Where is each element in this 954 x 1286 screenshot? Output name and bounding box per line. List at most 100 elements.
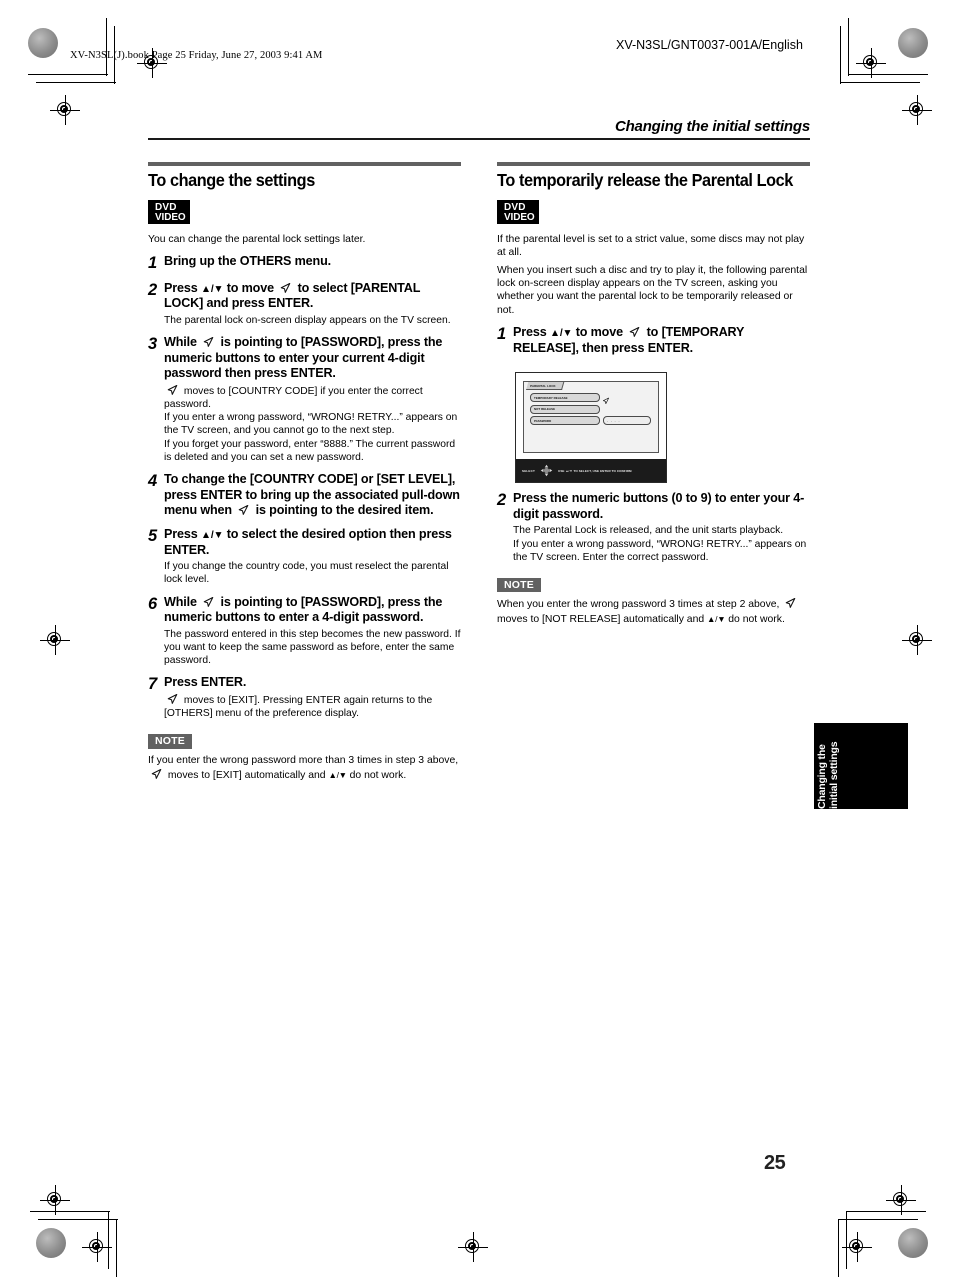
step-heading: While is pointing to [PASSWORD], press t… — [164, 335, 443, 381]
cursor-arrow-icon — [166, 384, 179, 396]
note-badge-left: NOTE — [148, 734, 192, 749]
dvd-badge-line2: VIDEO — [155, 211, 186, 224]
crop-line-bottom-left-v2 — [116, 1219, 118, 1277]
osd-option-password[interactable]: PASSWORD — [530, 415, 600, 426]
registration-mark-bottom-left — [40, 1185, 70, 1215]
side-thumb-tab-line1: Changing the — [816, 744, 828, 809]
crop-line-top-right-v2 — [840, 26, 842, 84]
side-thumb-tab-line2: initial settings — [828, 741, 841, 809]
step-item: 4 To change the [COUNTRY CODE] or [SET LE… — [148, 472, 461, 519]
print-control-dot-top-right — [898, 28, 928, 58]
note-badge-right: NOTE — [497, 577, 541, 593]
step-heading: To change the [COUNTRY CODE] or [SET LEV… — [164, 472, 460, 518]
dvd-video-badge-left: DVD VIDEO — [148, 200, 191, 224]
osd-password-field[interactable]: - - - - — [603, 415, 651, 426]
page-body: Changing the initial settings To change … — [148, 118, 810, 783]
registration-mark-top-right-2 — [902, 95, 932, 125]
book-file-stamp: XV-N3SL(J).book Page 25 Friday, June 27,… — [70, 50, 323, 61]
step-item: 1 Press ▲/▼ to move to [TEMPORARY RELEASE… — [497, 325, 810, 356]
step-body: While is pointing to [PASSWORD], press t… — [164, 335, 461, 464]
section-title-change-settings: To change the settings — [148, 170, 315, 191]
osd-screen: PARENTAL LOCK TEMPORARY RELEASE NOT RELE… — [516, 373, 666, 460]
step-item: 7 Press ENTER. moves to [EXIT]. Pressing … — [148, 675, 461, 720]
step-body: Press ▲/▼ to select the desired option t… — [164, 527, 461, 587]
crop-line-top-left-h — [28, 74, 108, 76]
cursor-arrow-icon — [202, 596, 215, 608]
step-body: Press ▲/▼ to move to [TEMPORARY RELEASE]… — [513, 325, 810, 356]
note-text-right: When you enter the wrong password 3 time… — [497, 597, 810, 627]
step-number: 1 — [497, 324, 507, 343]
cursor-arrow-icon — [628, 326, 641, 338]
step-item: 2 Press the numeric buttons (0 to 9) to e… — [497, 491, 810, 564]
osd-row-temporary-release[interactable]: TEMPORARY RELEASE — [530, 392, 652, 405]
osd-cursor-arrow-icon — [602, 392, 610, 405]
page-number: 25 — [764, 1152, 786, 1174]
step-detail: moves to [COUNTRY CODE] if you enter the… — [164, 384, 458, 463]
two-column-layout: To change the settings DVD VIDEO You can… — [148, 162, 810, 783]
osd-option-temporary-release[interactable]: TEMPORARY RELEASE — [530, 393, 600, 403]
cursor-arrow-icon — [784, 597, 797, 609]
crop-line-bottom-right-h2 — [838, 1219, 918, 1221]
step-item: 2 Press ▲/▼ to move to select [PARENTAL L… — [148, 281, 461, 328]
right-intro-line-1: If the parental level is set to a strict… — [497, 233, 805, 259]
osd-row-not-release[interactable]: NOT RELEASE — [530, 404, 652, 414]
step-item: 1 Bring up the OTHERS menu. — [148, 254, 461, 272]
step-heading: Press ▲/▼ to select the desired option t… — [164, 526, 452, 557]
section-title-temporary-release: To temporarily release the Parental Lock — [497, 170, 793, 191]
print-control-dot-top-left — [28, 28, 58, 58]
right-step-2: 2 Press the numeric buttons (0 to 9) to e… — [497, 491, 810, 564]
step-body: Bring up the OTHERS menu. — [164, 254, 461, 272]
step-heading: While is pointing to [PASSWORD], press t… — [164, 594, 443, 625]
osd-bottom-label: SELECT — [522, 468, 536, 473]
step-detail: The parental lock on-screen display appe… — [164, 314, 451, 326]
osd-row-password[interactable]: PASSWORD - - - - — [530, 415, 652, 426]
cursor-arrow-icon — [150, 768, 163, 780]
step-detail: The password entered in this step become… — [164, 628, 461, 667]
step-body: Press ENTER. moves to [EXIT]. Pressing E… — [164, 675, 461, 720]
cursor-arrow-icon — [202, 336, 215, 348]
crop-line-top-right-h2 — [840, 82, 920, 84]
step-number: 2 — [497, 491, 507, 510]
left-steps-list: 1 Bring up the OTHERS menu. 2 Press ▲/▼ to … — [148, 254, 461, 720]
left-column: To change the settings DVD VIDEO You can… — [148, 162, 461, 783]
up-down-arrows-icon: ▲/▼ — [328, 770, 347, 781]
note-text-left: If you enter the wrong password more tha… — [148, 755, 459, 782]
osd-bottom-hint: USE ▲/▼ TO SELECT, USE ENTER TO CONFIRM — [558, 468, 632, 473]
step-heading: Press the numeric buttons (0 to 9) to en… — [513, 491, 805, 521]
step-body: Press ▲/▼ to move to select [PARENTAL LO… — [164, 281, 461, 328]
registration-mark-top-right — [856, 48, 886, 78]
step-heading: Bring up the OTHERS menu. — [164, 254, 331, 269]
registration-mark-top-left-2 — [50, 95, 80, 125]
step-body: While is pointing to [PASSWORD], press t… — [164, 595, 461, 668]
osd-option-not-release[interactable]: NOT RELEASE — [530, 404, 600, 414]
step-number: 2 — [148, 280, 158, 299]
left-intro-text: You can change the parental lock setting… — [148, 233, 366, 245]
running-head-rule — [148, 138, 810, 141]
registration-mark-right-middle — [902, 625, 932, 655]
print-control-dot-bottom-left — [36, 1228, 66, 1258]
osd-panel: PARENTAL LOCK TEMPORARY RELEASE NOT RELE… — [523, 381, 659, 454]
side-thumb-tab: Changing the initial settings — [814, 723, 908, 809]
step-body: To change the [COUNTRY CODE] or [SET LEV… — [164, 472, 461, 519]
cursor-arrow-icon — [279, 282, 292, 294]
crop-line-top-right-v — [848, 18, 850, 76]
right-intro-line-2: When you insert such a disc and try to p… — [497, 264, 808, 316]
side-thumb-tab-text: Changing the initial settings — [816, 723, 852, 809]
registration-mark-bottom-center — [458, 1232, 488, 1262]
section-rule-right — [497, 162, 810, 167]
up-down-arrows-icon: ▲/▼ — [707, 614, 726, 625]
crop-line-top-left-v — [106, 18, 108, 76]
step-heading: Press ▲/▼ to move to [TEMPORARY RELEASE]… — [513, 324, 745, 355]
osd-figure: PARENTAL LOCK TEMPORARY RELEASE NOT RELE… — [515, 372, 667, 484]
cursor-arrow-icon — [166, 693, 179, 705]
step-item: 3 While is pointing to [PASSWORD], press … — [148, 335, 461, 464]
up-down-arrows-icon: ▲/▼ — [200, 529, 224, 541]
crop-line-top-left-h2 — [36, 82, 116, 84]
registration-mark-bottom-left-2 — [82, 1232, 112, 1262]
step-number: 1 — [148, 254, 158, 273]
step-heading: Press ▲/▼ to move to select [PARENTAL LO… — [164, 280, 421, 311]
step-item: 5 Press ▲/▼ to select the desired option … — [148, 527, 461, 587]
right-step-1: 1 Press ▲/▼ to move to [TEMPORARY RELEASE… — [497, 325, 810, 356]
registration-mark-left-middle — [40, 625, 70, 655]
print-control-dot-bottom-right — [898, 1228, 928, 1258]
